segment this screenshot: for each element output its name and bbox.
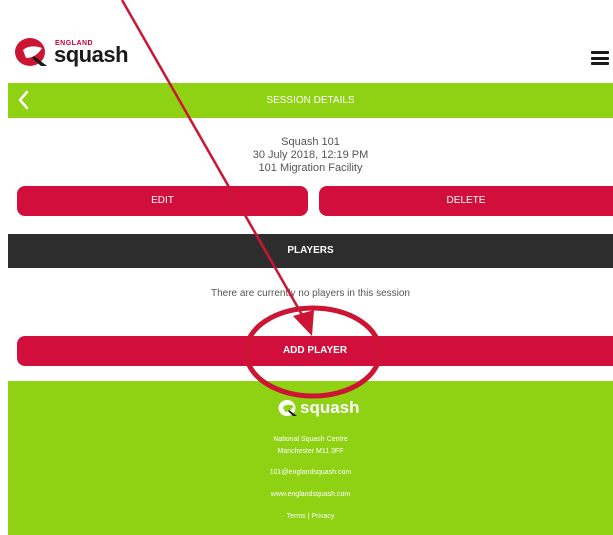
session-datetime: 30 July 2018, 12:19 PM — [252, 149, 369, 161]
delete-button[interactable]: DELETE — [319, 186, 613, 216]
england-squash-logo[interactable]: ENGLAND squash — [14, 30, 144, 70]
hamburger-menu-icon[interactable] — [591, 51, 609, 65]
squash-logo-icon — [15, 38, 47, 66]
brand-text: squash — [54, 42, 129, 67]
legal-separator: | — [307, 513, 310, 520]
edit-button[interactable]: EDIT — [17, 186, 308, 216]
footer: squash National Squash Centre Manchester… — [8, 381, 613, 535]
privacy-link[interactable]: Privacy — [311, 513, 334, 520]
footer-email-link[interactable]: 101@englandsquash.com — [8, 469, 613, 476]
players-empty-message: There are currently no players in this s… — [211, 288, 410, 299]
footer-address-line2: Manchester M11 3FF — [277, 448, 344, 455]
session-details-bar: SESSION DETAILS — [8, 83, 613, 118]
session-name: Squash 101 — [281, 136, 340, 148]
annotation-arrowhead — [293, 310, 314, 336]
session-info: Squash 101 30 July 2018, 12:19 PM 101 Mi… — [8, 136, 613, 175]
footer-legal-links: Terms | Privacy — [8, 513, 613, 520]
footer-address-line1: National Squash Centre — [273, 436, 348, 443]
footer-logo[interactable]: squash — [278, 397, 368, 421]
page-title: SESSION DETAILS — [266, 95, 355, 106]
terms-link[interactable]: Terms — [287, 513, 306, 520]
session-location: 101 Migration Facility — [258, 162, 363, 174]
add-player-button[interactable]: ADD PLAYER — [17, 336, 613, 366]
players-header: PLAYERS — [8, 234, 613, 268]
footer-brand-text: squash — [300, 398, 360, 417]
squash-logo-icon — [278, 400, 297, 416]
footer-website-link[interactable]: www.englandsquash.com — [8, 491, 613, 498]
